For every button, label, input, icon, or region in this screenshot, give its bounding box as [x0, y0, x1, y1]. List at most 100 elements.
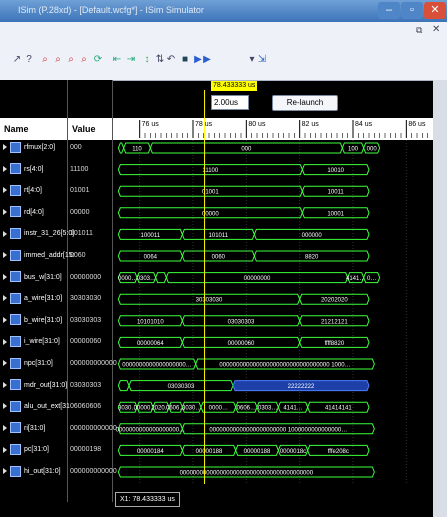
signal-name[interactable]: instr_31_26[5:0] [3, 227, 74, 241]
expand-arrow-icon[interactable] [3, 273, 7, 280]
expand-arrow-icon[interactable] [3, 468, 7, 475]
signal-name[interactable]: i_wire[31:0] [3, 335, 60, 349]
bus-value-label: 101011 [209, 233, 229, 239]
bus-value-label: 0000018c [280, 449, 306, 455]
expand-arrow-icon[interactable] [3, 424, 7, 431]
swap-icon[interactable]: ⇅ [155, 54, 165, 66]
signal-value: 30303030 [70, 295, 102, 303]
bus-segment [117, 380, 130, 392]
bus-value-label: 100 [348, 147, 359, 153]
expand-arrow-icon[interactable] [3, 252, 7, 259]
signal-name[interactable]: alu_out_ext[31 [3, 400, 70, 414]
marker-next-icon[interactable]: ⇥ [126, 54, 136, 66]
vertical-scrollbar[interactable] [433, 80, 447, 517]
bus-value-label: 0000000000000000000000000000000000000000 [180, 471, 314, 477]
signal-value: 000000000000 [70, 360, 117, 367]
expand-arrow-icon[interactable] [3, 295, 7, 302]
expand-arrow-icon[interactable] [3, 230, 7, 237]
signal-name[interactable]: rs[4:0] [3, 163, 43, 177]
signal-name-label: rs[4:0] [24, 165, 44, 173]
toolbar: ↗ ? ⌕ ⌕ ⌕ ⌕ ⟳ ⇤ ⇥ ↕ ⇅ ↶ ■ ▶ ▶ 2.00us ▾ ⇲… [0, 40, 447, 111]
bus-value-label: 03030303 [228, 319, 255, 325]
signal-name-label: instr_31_26[5:0] [24, 230, 75, 238]
value-column-header[interactable]: Value [68, 118, 112, 140]
signal-name-label: hi_out[31:0] [24, 468, 61, 475]
run-icon[interactable]: ■ [180, 54, 190, 66]
expand-arrow-icon[interactable] [3, 316, 7, 323]
run-for-icon[interactable]: ▶ [202, 54, 212, 66]
bus-value-label: 0606… [237, 406, 256, 412]
bus-value-label: fffe208c [328, 449, 349, 455]
maximize-button[interactable]: ▫ [401, 2, 423, 19]
signal-name[interactable]: npc[31:0] [3, 357, 53, 371]
cursor-icon[interactable]: ↕ [142, 54, 152, 66]
bus-value-label: 22222222 [288, 384, 315, 390]
signal-value: 00000 [70, 208, 90, 216]
zoom-fit-icon[interactable]: ⌕ [66, 54, 76, 66]
zoom-cursor-icon[interactable]: ⌕ [79, 54, 89, 66]
expand-arrow-icon[interactable] [3, 381, 7, 388]
bus-signal-icon [10, 228, 21, 240]
bus-value-label: 0… [367, 276, 376, 282]
close-icon[interactable]: ✕ [432, 24, 440, 35]
undo-icon[interactable]: ↶ [166, 54, 176, 66]
bus-value-label: 30303030 [196, 298, 223, 304]
signal-value: 00000198 [70, 446, 102, 454]
signal-name[interactable]: a_wire[31:0] [3, 292, 62, 306]
bus-signal-icon [10, 336, 21, 348]
signal-name[interactable]: immed_addr[15: [3, 249, 75, 263]
signal-name[interactable]: rd[4:0] [3, 206, 44, 220]
expand-arrow-icon[interactable] [3, 446, 7, 453]
bus-signal-icon [10, 465, 21, 477]
zoom-in-icon[interactable]: ⌕ [40, 54, 50, 66]
bus-signal-icon [10, 444, 21, 456]
ruler-tick-label: 80 us [248, 121, 266, 128]
bus-value-label: 10101010 [137, 319, 164, 325]
signal-name[interactable]: rfmux[2:0] [3, 141, 55, 155]
bus-value-label: 0000… [209, 406, 228, 412]
expand-arrow-icon[interactable] [3, 165, 7, 172]
bus-value-label: 4141… [283, 406, 302, 412]
signal-name[interactable]: pc[31:0] [3, 443, 49, 457]
signal-name-label: npc[31:0] [24, 360, 53, 367]
restore-icon[interactable]: ⧉ [416, 25, 422, 36]
bus-value-label: 000000 [302, 233, 323, 239]
signal-name-label: b_wire[31:0] [24, 316, 63, 324]
signal-name[interactable]: hi_out[31:0] [3, 465, 61, 479]
step-icon[interactable]: ⇲ [257, 54, 267, 66]
arrow-icon[interactable]: ↗ [12, 54, 22, 66]
signal-name[interactable]: mdr_out[31:0] [3, 379, 67, 393]
signal-name-label: rfmux[2:0] [24, 144, 56, 151]
signal-name[interactable]: bus_w[31:0] [3, 271, 62, 285]
bus-value-label: 000 [241, 147, 252, 153]
zoom-out-icon[interactable]: ⌕ [53, 54, 63, 66]
expand-arrow-icon[interactable] [3, 403, 7, 410]
expand-arrow-icon[interactable] [3, 338, 7, 345]
signal-name-label: rd[4:0] [24, 208, 44, 216]
signal-value: 000000000000 [70, 424, 117, 432]
bus-signal-icon [10, 379, 21, 391]
name-column-header[interactable]: Name [0, 118, 67, 140]
signal-name[interactable]: b_wire[31:0] [3, 314, 62, 328]
bus-value-label: 41414141 [325, 406, 352, 412]
ruler-tick-label: 82 us [302, 121, 320, 128]
close-button[interactable]: ✕ [424, 2, 446, 19]
bus-segment [117, 142, 125, 154]
refresh-icon[interactable]: ⟳ [93, 54, 103, 66]
signal-name[interactable]: rt[4:0] [3, 184, 42, 198]
bus-value-label: 0060 [212, 255, 226, 261]
help-icon[interactable]: ? [24, 54, 34, 66]
expand-arrow-icon[interactable] [3, 360, 7, 367]
signal-value: 01001 [70, 187, 90, 195]
menu-bar: ⧉ ✕ [0, 22, 447, 41]
signal-name[interactable]: ri[31:0] [3, 422, 45, 436]
signal-value: 06060606 [70, 403, 102, 411]
expand-arrow-icon[interactable] [3, 187, 7, 194]
expand-arrow-icon[interactable] [3, 144, 7, 151]
expand-arrow-icon[interactable] [3, 208, 7, 215]
minimize-button[interactable]: ‒ [378, 2, 400, 19]
signal-value: 03030303 [70, 381, 102, 389]
time-dropdown-icon[interactable]: ▾ [247, 54, 257, 66]
marker-prev-icon[interactable]: ⇤ [112, 54, 122, 66]
waveform-viewer[interactable]: 76 us 78 us 80 us 82 us 84 us 86 us110 000 100 0… [113, 80, 433, 484]
